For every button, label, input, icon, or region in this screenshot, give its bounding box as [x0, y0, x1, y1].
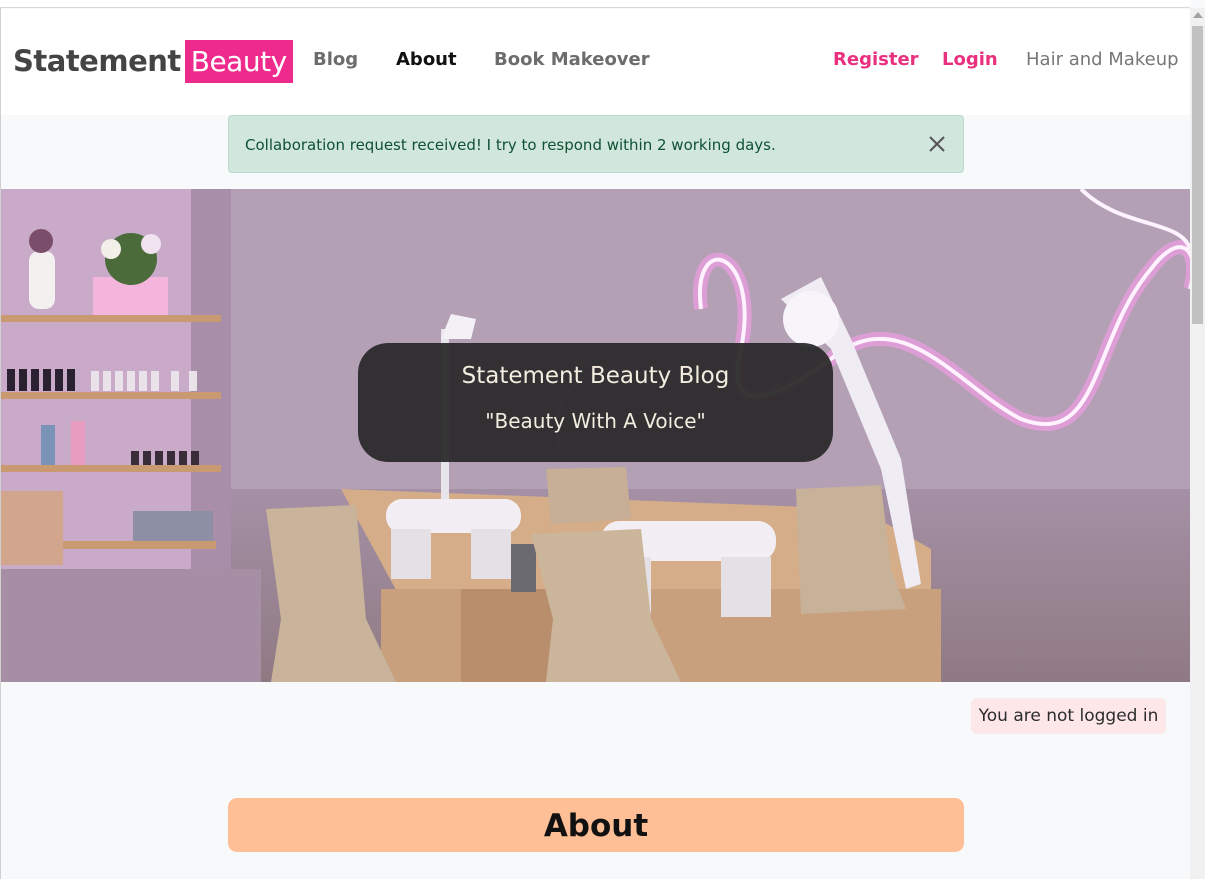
- brand-text-statement: Statement: [13, 44, 181, 78]
- page-scrollbar[interactable]: [1190, 8, 1205, 879]
- nav-link-blog[interactable]: Blog: [313, 49, 358, 70]
- hero-caption-card: Statement Beauty Blog "Beauty With A Voi…: [358, 343, 833, 462]
- hero-subtitle: "Beauty With A Voice": [485, 409, 706, 433]
- brand-logo[interactable]: Statement Beauty: [13, 39, 293, 83]
- hero-title: Statement Beauty Blog: [461, 363, 730, 389]
- nav-link-login[interactable]: Login: [942, 49, 998, 70]
- close-icon[interactable]: [925, 132, 949, 156]
- login-status-badge: You are not logged in: [971, 698, 1166, 734]
- scroll-up-arrow-icon[interactable]: [1193, 12, 1203, 18]
- brand-text-beauty: Beauty: [184, 39, 293, 83]
- scrollbar-thumb[interactable]: [1192, 26, 1203, 324]
- nav-link-register[interactable]: Register: [833, 49, 919, 70]
- hero-banner: Statement Beauty Blog "Beauty With A Voi…: [1, 189, 1190, 682]
- nav-link-book-makeover[interactable]: Book Makeover: [494, 49, 650, 70]
- about-heading: About: [228, 798, 964, 852]
- nav-link-about[interactable]: About: [396, 49, 457, 70]
- window-top-border: [0, 0, 1190, 8]
- navbar: Statement Beauty Blog About Book Makeove…: [1, 9, 1190, 115]
- success-alert: Collaboration request received! I try to…: [228, 115, 964, 173]
- nav-link-hair-and-makeup[interactable]: Hair and Makeup: [1026, 49, 1179, 70]
- alert-message: Collaboration request received! I try to…: [245, 136, 776, 154]
